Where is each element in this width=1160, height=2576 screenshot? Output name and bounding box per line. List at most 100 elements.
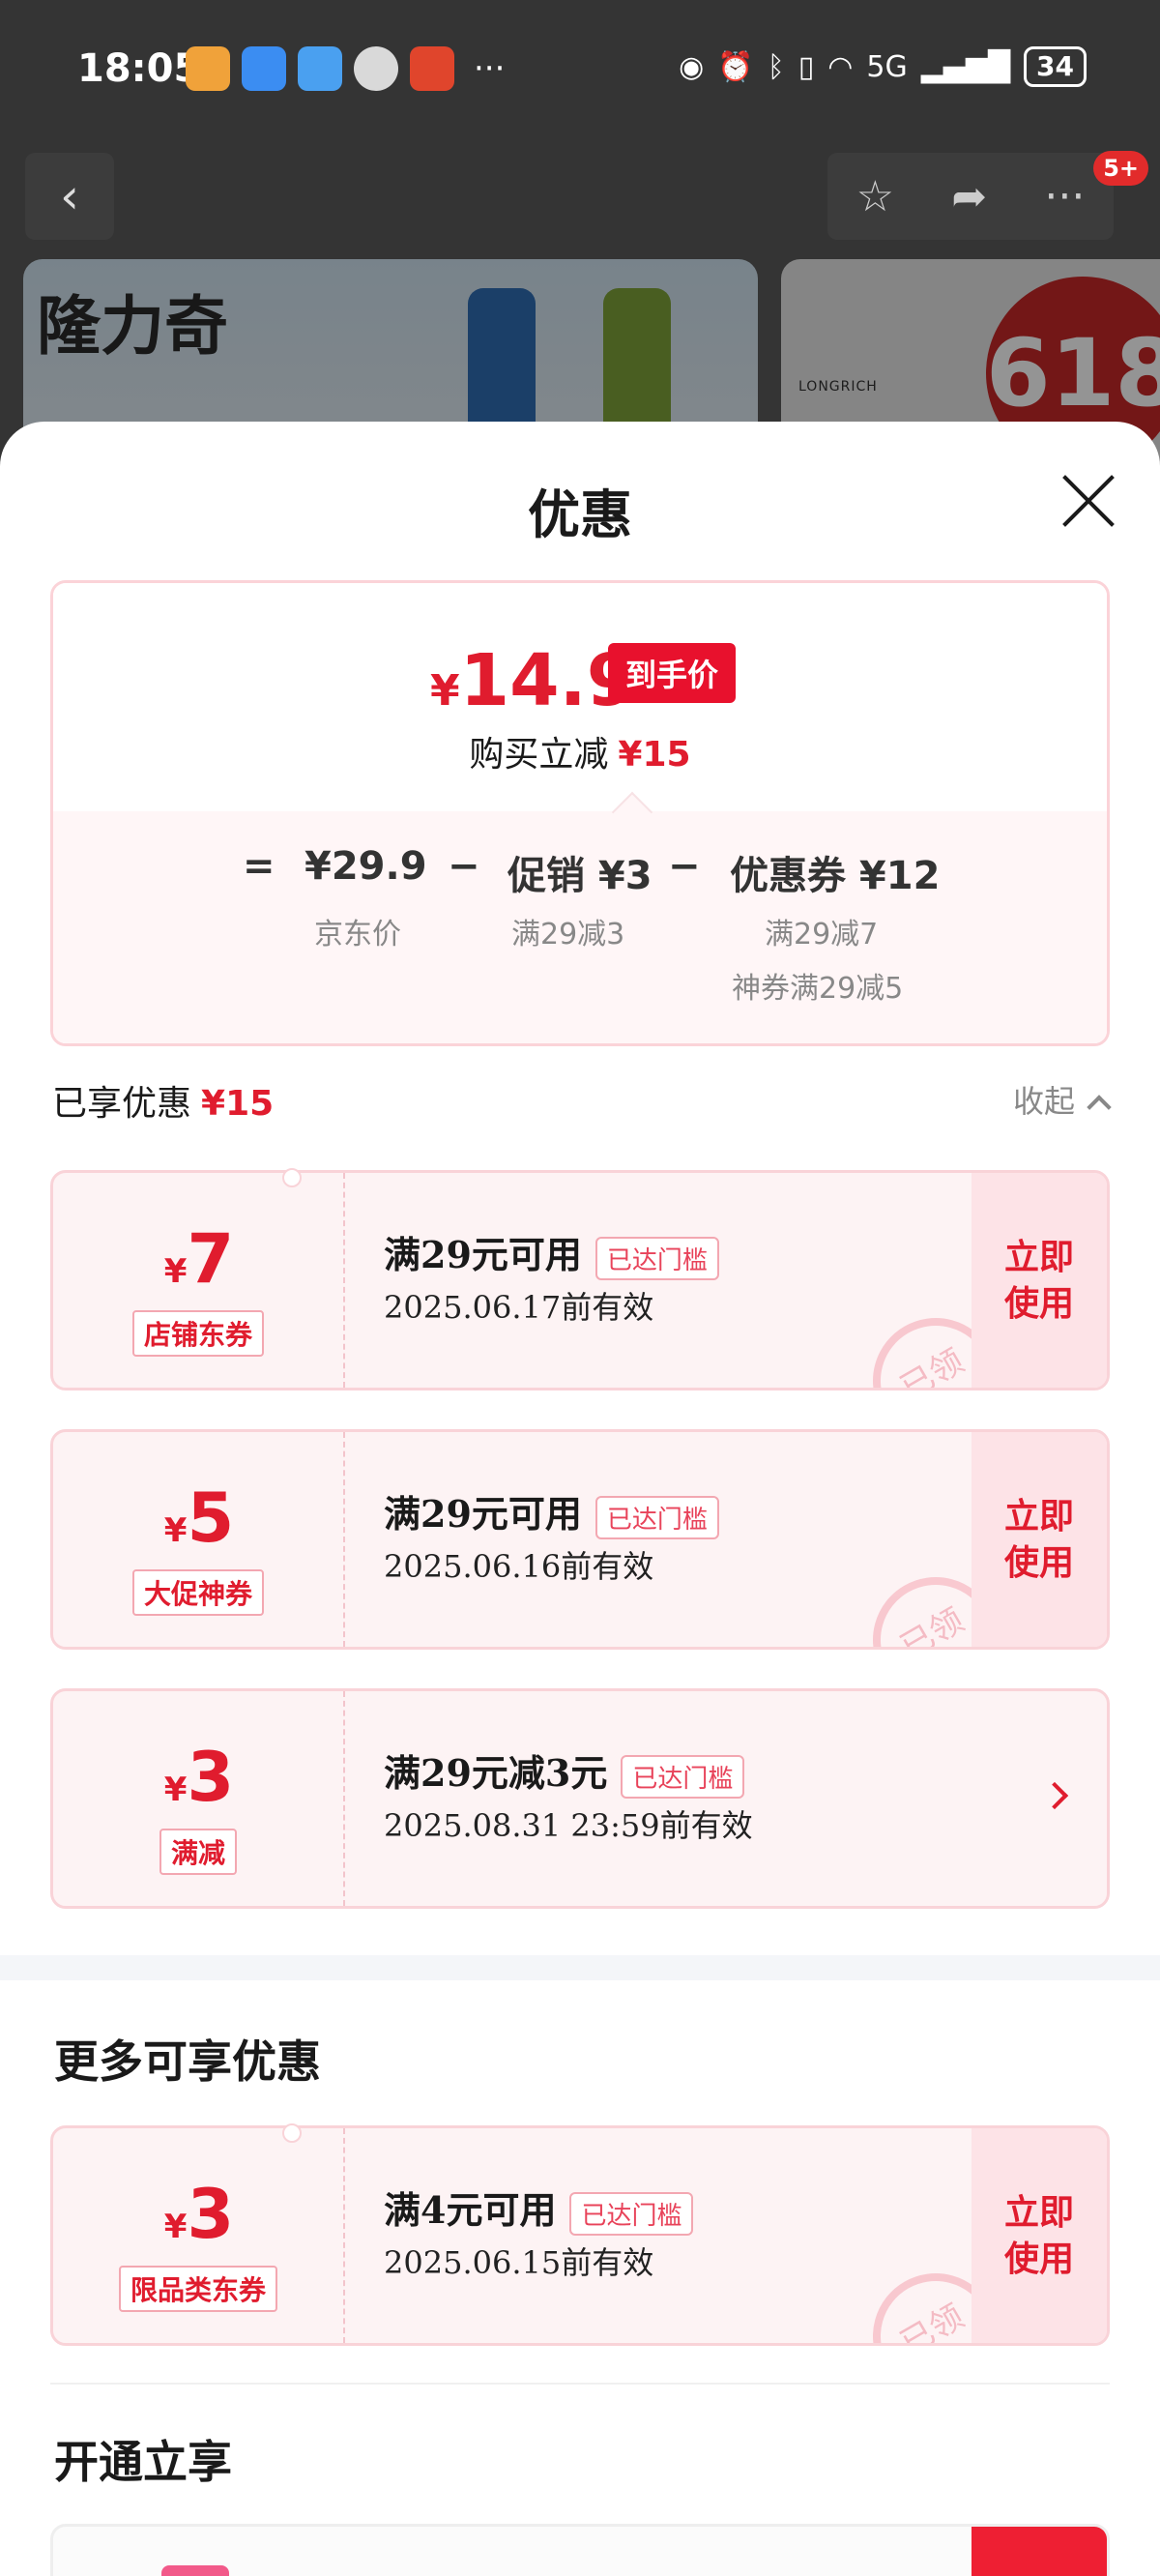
weather-icon (298, 46, 342, 91)
close-icon[interactable] (1058, 470, 1117, 530)
back-button[interactable]: ‹ (25, 153, 114, 240)
coupon-condition: 满29元可用 已达门槛 (384, 1484, 719, 1539)
instant-discount-label: 购买立减 (469, 735, 609, 775)
coupon-condition-2: 神券满29减5 (732, 972, 904, 1006)
threshold-reached-tag: 已达门槛 (569, 2192, 694, 2236)
coupon-card: ¥7 店铺东券 满29元可用 已达门槛 2025.06.17前有效 已领 立即 使用 (50, 1170, 1110, 1390)
coupon-amount: ¥3 (53, 1738, 345, 1817)
wechat-icon (354, 46, 398, 91)
coupon-amount: ¥5 (53, 1478, 345, 1558)
use-now-button[interactable]: 立即 使用 (972, 1432, 1107, 1647)
coupon-expiry: 2025.06.17前有效 (384, 1289, 654, 1326)
formula-base-price: ¥29.9 (304, 844, 427, 889)
coupon-value-area: ¥3 满减 (53, 1691, 345, 1906)
coupon-type: 店铺东券 (131, 1310, 265, 1357)
use-now-label: 使用 (1003, 1542, 1074, 1583)
use-now-label: 使用 (1003, 2239, 1074, 2279)
coupon-amount-value: 5 (187, 1478, 235, 1558)
instant-discount: 购买立减 ¥15 (53, 726, 1107, 776)
promo-condition: 满29减3 (511, 918, 625, 951)
promo-card[interactable]: ¥3 满减 满29元减3元 已达门槛 2025.08.31 23:59前有效 (50, 1688, 1110, 1909)
price-summary-card: ¥14.9 到手价 购买立减 ¥15 = ¥29.9 − 促销 ¥3 − 优惠券 … (50, 580, 1110, 1046)
use-now-label: 立即 (1003, 1237, 1074, 1277)
system-status: ◉ ⏰ ᛒ ▯ ◠ 5G ▂▄▆█ 34 (679, 46, 1087, 87)
currency-symbol: ¥ (163, 1252, 188, 1291)
coupon-amount-value: 7 (187, 1219, 235, 1299)
open-to-enjoy-title: 开通立享 (54, 2436, 232, 2488)
collapse-label: 收起 (1012, 1083, 1075, 1120)
discount-sheet: 优惠 ¥14.9 到手价 购买立减 ¥15 = ¥29.9 − 促销 ¥3 − 优… (0, 422, 1160, 2576)
instant-discount-value: ¥15 (618, 735, 691, 775)
coupon-amount-value: 3 (187, 2175, 235, 2254)
coupon-amount: ¥7 (53, 1219, 345, 1299)
base-price-label: 京东价 (314, 918, 401, 951)
formula-promo: 促销 ¥3 (508, 854, 652, 898)
message-icon (242, 46, 286, 91)
use-now-label: 使用 (1003, 1283, 1074, 1324)
use-now-label: 立即 (1003, 1496, 1074, 1537)
coupon-expiry: 2025.06.15前有效 (384, 2244, 654, 2281)
coupon-condition-text: 满29元减3元 (384, 1751, 608, 1795)
coupon-punch-hole (282, 1168, 302, 1187)
coupon-type: 满减 (159, 1829, 238, 1875)
vibrate-icon: ▯ (798, 49, 815, 84)
coupon-value-area: ¥3 限品类东券 (53, 2128, 345, 2343)
sheet-title: 优惠 (528, 483, 632, 545)
battery-indicator: 34 (1024, 46, 1087, 87)
coupon-punch-hole (282, 2123, 302, 2143)
currency-symbol: ¥ (163, 1511, 188, 1550)
price-breakdown: = ¥29.9 − 促销 ¥3 − 优惠券 ¥12 京东价 满29减3 满29减… (53, 811, 1107, 1043)
bluetooth-icon: ᛒ (767, 49, 785, 84)
coupon-value-area: ¥5 大促神券 (53, 1432, 345, 1647)
currency-symbol: ¥ (163, 1771, 188, 1809)
share-icon[interactable]: ➦ (951, 172, 987, 221)
more-offers-title: 更多可享优惠 (54, 2035, 321, 2088)
enjoyed-value: ¥15 (201, 1084, 275, 1124)
currency-symbol: ¥ (430, 666, 460, 716)
threshold-reached-tag: 已达门槛 (594, 1237, 719, 1280)
enjoyed-label: 已享优惠 (52, 1084, 192, 1124)
status-bar: 18:05 ··· ◉ ⏰ ᛒ ▯ ◠ 5G ▂▄▆█ 34 (0, 0, 1160, 140)
activate-button[interactable] (972, 2527, 1107, 2576)
more-icon[interactable]: ··· (1044, 172, 1085, 221)
formula-equals: = (243, 844, 276, 889)
use-now-label: 立即 (1003, 2192, 1074, 2233)
final-price: ¥14.9 (430, 639, 636, 722)
formula-minus: − (448, 844, 480, 889)
chevron-left-icon: ‹ (60, 168, 79, 224)
message-count-badge: 5+ (1093, 151, 1148, 186)
coupon-amount-value: 3 (187, 1738, 235, 1817)
use-now-button[interactable]: 立即 使用 (972, 1173, 1107, 1388)
coupon-condition-text: 满29元可用 (384, 1492, 582, 1536)
wifi-icon: ◠ (827, 49, 854, 84)
app-notification-icon (186, 46, 230, 91)
formula-coupon: 优惠券 ¥12 (730, 854, 941, 898)
section-divider (0, 1955, 1160, 1980)
coupon-condition: 满29元可用 已达门槛 (384, 1225, 719, 1280)
enjoyed-discount: 已享优惠 ¥15 (52, 1075, 274, 1126)
coupon-type: 限品类东券 (118, 2266, 278, 2312)
status-time: 18:05 (77, 46, 201, 91)
threshold-reached-tag: 已达门槛 (621, 1755, 745, 1799)
collapse-button[interactable]: 收起 (1012, 1077, 1112, 1122)
coupon-condition: 满29元减3元 已达门槛 (384, 1743, 745, 1799)
final-price-area: ¥14.9 到手价 购买立减 ¥15 (53, 583, 1107, 811)
coupon-condition-1: 满29减7 (765, 918, 879, 951)
formula-minus: − (668, 844, 701, 889)
threshold-reached-tag: 已达门槛 (594, 1496, 719, 1539)
favorite-star-icon[interactable]: ☆ (856, 172, 894, 221)
notification-icons: ··· (186, 46, 505, 91)
final-price-tag: 到手价 (608, 643, 737, 703)
signal-icon: ▂▄▆█ (920, 49, 1011, 84)
network-type: 5G (866, 49, 908, 84)
coupon-expiry: 2025.06.16前有效 (384, 1548, 654, 1585)
chevron-right-icon (1040, 1781, 1069, 1810)
use-now-button[interactable]: 立即 使用 (972, 2128, 1107, 2343)
membership-card[interactable] (50, 2524, 1110, 2576)
coupon-type: 大促神券 (131, 1569, 265, 1616)
more-notifications-icon: ··· (474, 49, 506, 88)
coupon-card: ¥5 大促神券 满29元可用 已达门槛 2025.06.16前有效 已领 立即 使用 (50, 1429, 1110, 1650)
app-notification-icon (410, 46, 454, 91)
membership-icon (161, 2565, 229, 2576)
chevron-up-icon (1087, 1095, 1112, 1120)
